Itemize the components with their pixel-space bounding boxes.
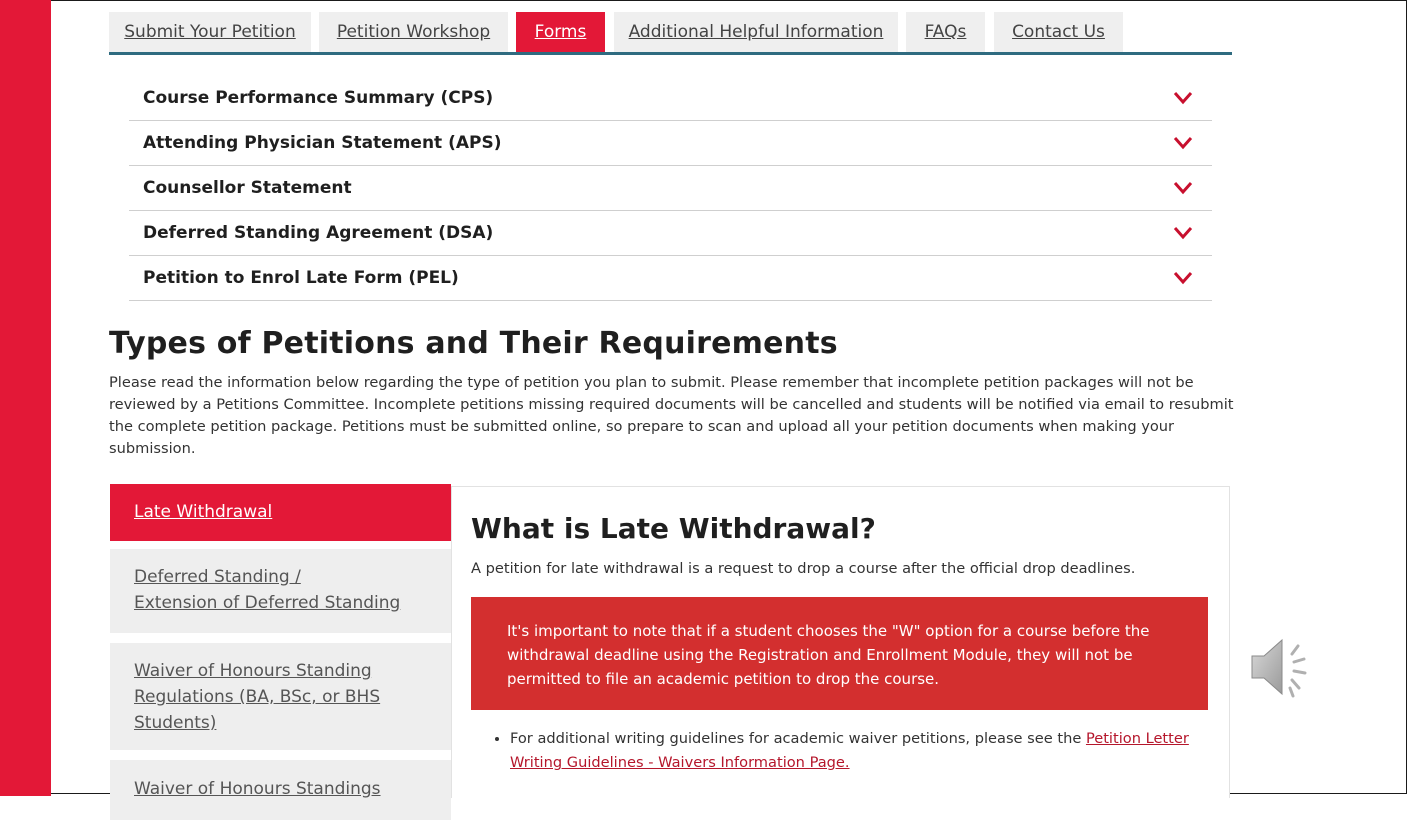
accordion-item-pel[interactable]: Petition to Enrol Late Form (PEL) <box>129 256 1212 301</box>
list-item: For additional writing guidelines for ac… <box>510 727 1210 775</box>
tab-bar: Submit Your Petition Petition Workshop F… <box>109 12 1232 55</box>
nav-waiver-honours-regulations[interactable]: Waiver of Honours Standing Regulations (… <box>110 643 451 750</box>
nav-label: Late Withdrawal <box>134 502 273 522</box>
tab-faqs[interactable]: FAQs <box>906 12 985 52</box>
nav-deferred-standing[interactable]: Deferred Standing / Extension of Deferre… <box>110 549 451 633</box>
chevron-down-icon[interactable] <box>1173 91 1193 105</box>
petition-type-nav: Late Withdrawal Deferred Standing / Exte… <box>110 484 451 830</box>
nav-label-line: Waiver of Honours Standings <box>134 779 381 799</box>
nav-label-line: Deferred Standing / <box>134 567 301 587</box>
accordion-item-counsellor[interactable]: Counsellor Statement <box>129 166 1212 211</box>
tab-petition-workshop[interactable]: Petition Workshop <box>319 12 508 52</box>
petition-detail-panel: What is Late Withdrawal? A petition for … <box>451 486 1230 798</box>
accordion-label: Deferred Standing Agreement (DSA) <box>143 223 494 243</box>
chevron-down-icon[interactable] <box>1173 181 1193 195</box>
detail-title: What is Late Withdrawal? <box>471 512 876 545</box>
detail-description: A petition for late withdrawal is a requ… <box>471 560 1136 577</box>
accordion-label: Course Performance Summary (CPS) <box>143 88 494 108</box>
chevron-down-icon[interactable] <box>1173 136 1193 150</box>
important-notice: It's important to note that if a student… <box>471 597 1208 710</box>
tab-additional-helpful-information[interactable]: Additional Helpful Information <box>614 12 898 52</box>
tab-contact-us[interactable]: Contact Us <box>994 12 1123 52</box>
section-title: Types of Petitions and Their Requirement… <box>109 326 838 361</box>
nav-label-line: Regulations (BA, BSc, or BHS Students) <box>134 687 381 733</box>
bullet-text: For additional writing guidelines for ac… <box>510 730 1086 747</box>
accordion-item-aps[interactable]: Attending Physician Statement (APS) <box>129 121 1212 166</box>
left-accent-bar <box>0 0 51 796</box>
accordion-item-dsa[interactable]: Deferred Standing Agreement (DSA) <box>129 211 1212 256</box>
tab-submit-your-petition[interactable]: Submit Your Petition <box>109 12 311 52</box>
accordion-item-cps[interactable]: Course Performance Summary (CPS) <box>129 76 1212 121</box>
accordion-label: Petition to Enrol Late Form (PEL) <box>143 268 459 288</box>
accordion-label: Counsellor Statement <box>143 178 352 198</box>
nav-label-line: Waiver of Honours Standing <box>134 661 372 681</box>
tab-forms[interactable]: Forms <box>516 12 605 52</box>
chevron-down-icon[interactable] <box>1173 226 1193 240</box>
chevron-down-icon[interactable] <box>1173 271 1193 285</box>
nav-waiver-honours-standings[interactable]: Waiver of Honours Standings <box>110 760 451 820</box>
section-intro: Please read the information below regard… <box>109 374 1234 457</box>
speaker-volume-icon[interactable] <box>1248 634 1318 700</box>
nav-late-withdrawal[interactable]: Late Withdrawal <box>110 484 451 541</box>
accordion-label: Attending Physician Statement (APS) <box>143 133 502 153</box>
guideline-list: For additional writing guidelines for ac… <box>492 727 1210 775</box>
nav-label-line: Extension of Deferred Standing <box>134 593 401 613</box>
forms-accordion: Course Performance Summary (CPS) Attendi… <box>129 76 1212 301</box>
